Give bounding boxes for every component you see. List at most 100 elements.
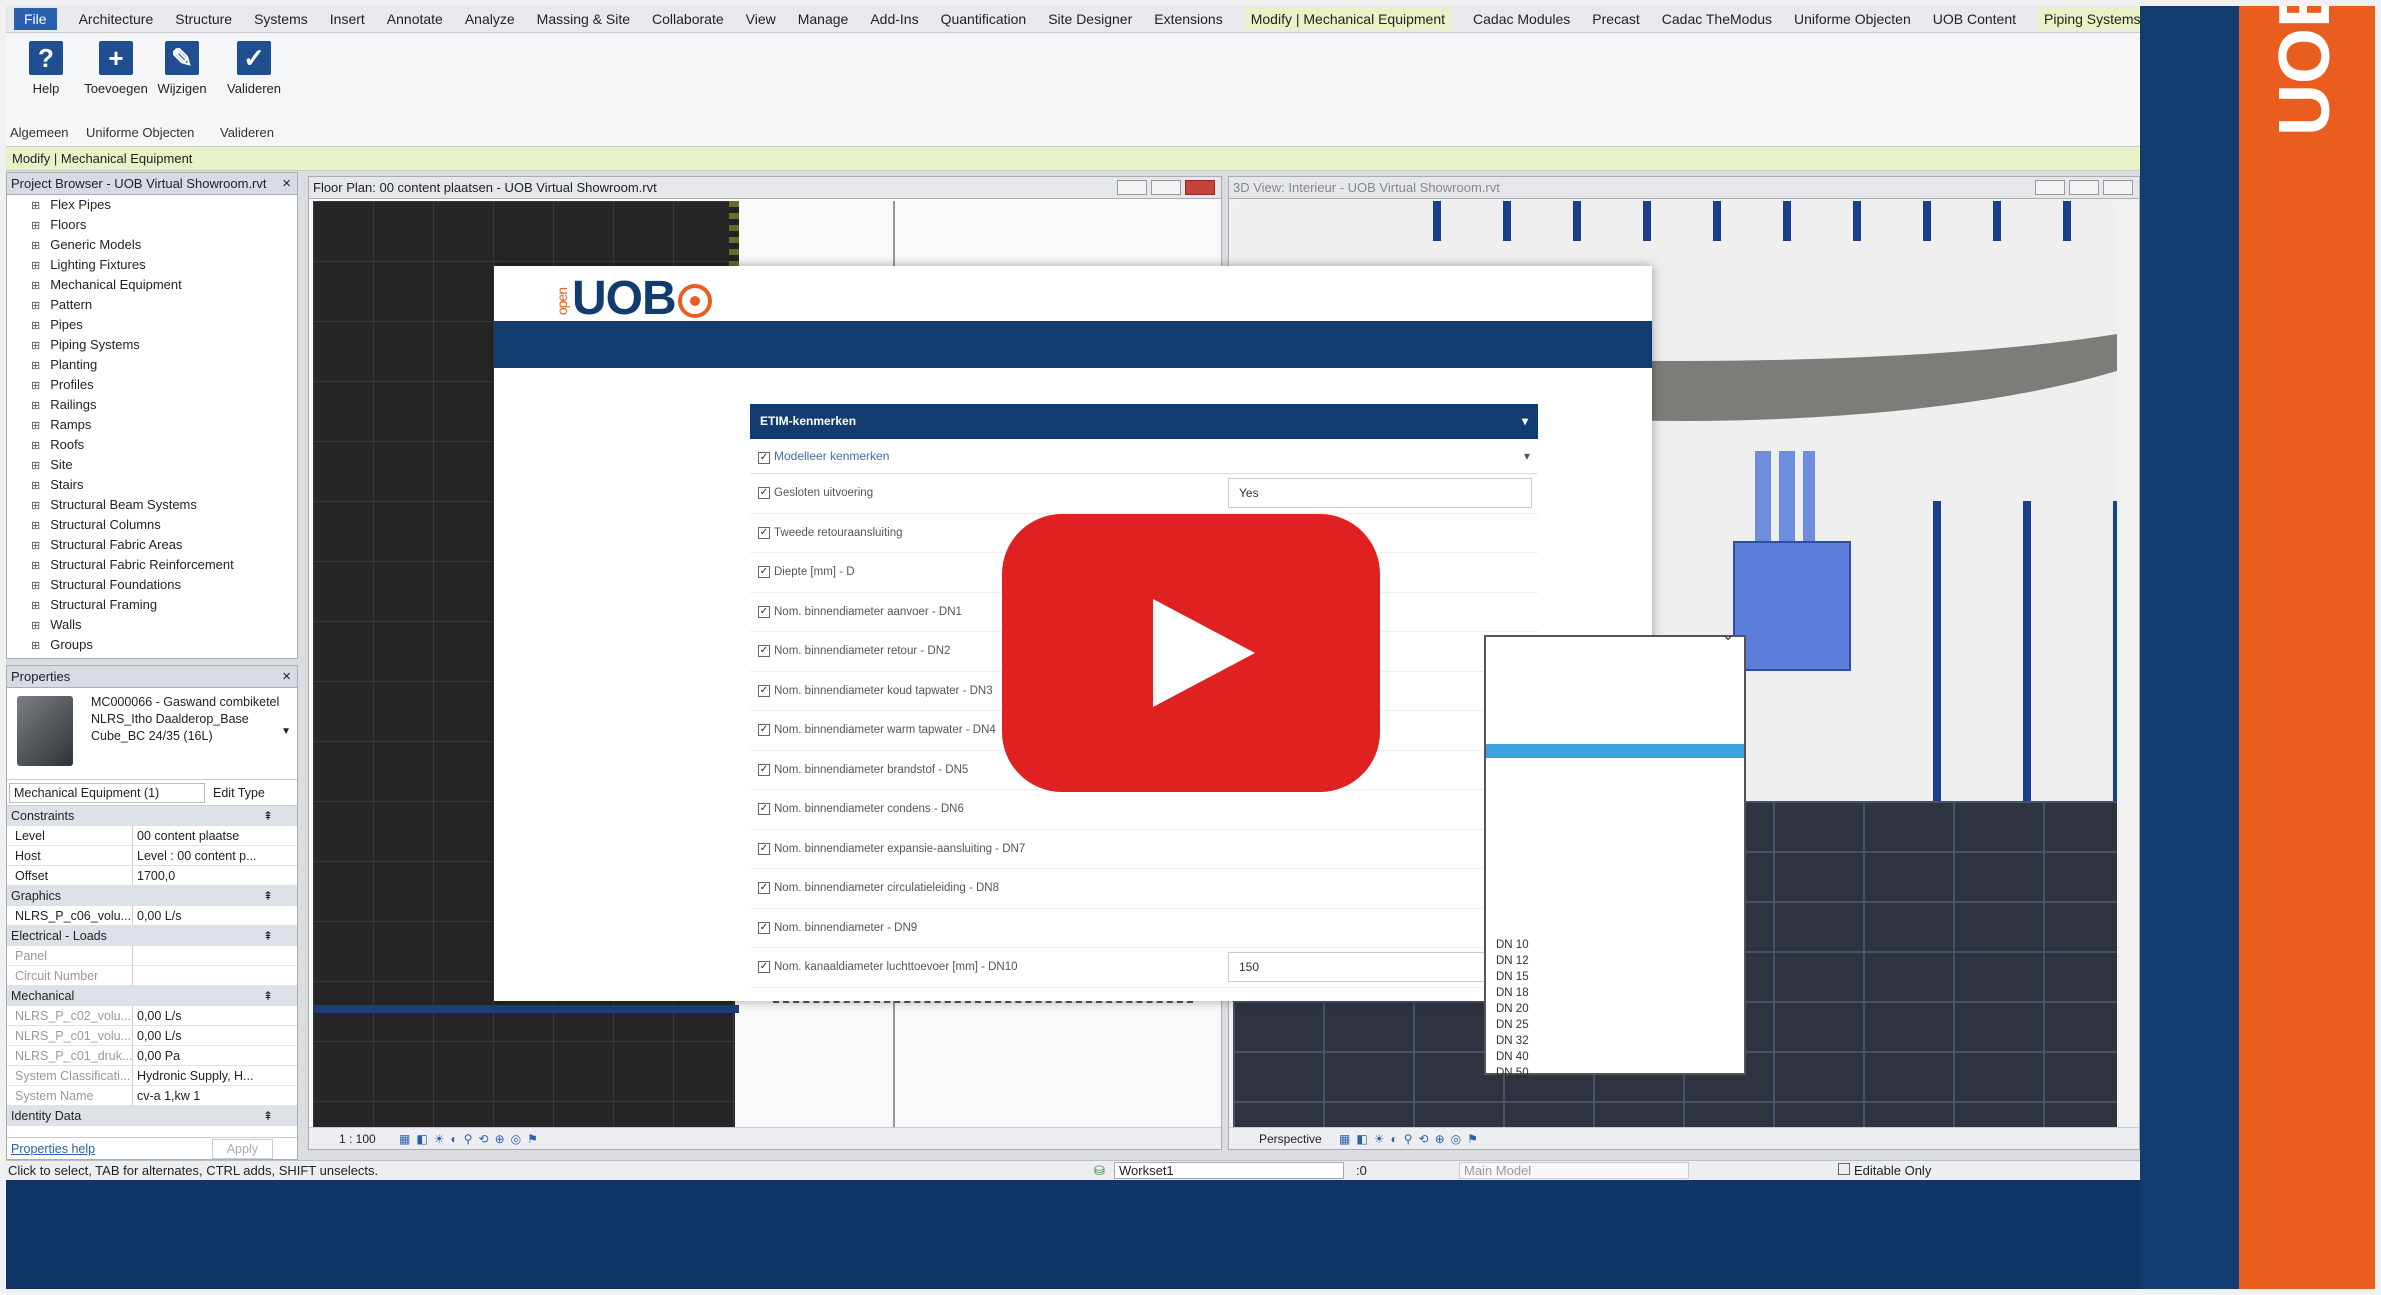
properties-help-link[interactable]: Properties help: [11, 1142, 95, 1156]
tab-systems[interactable]: Systems: [254, 11, 308, 27]
help-button[interactable]: ? Help: [14, 41, 78, 96]
checkbox-icon[interactable]: ✓: [758, 921, 770, 934]
browser-item[interactable]: Planting: [31, 355, 297, 375]
property-value[interactable]: 0,00 L/s: [133, 1006, 297, 1025]
checkbox-icon[interactable]: ✓: [758, 724, 770, 737]
browser-item[interactable]: Flex Pipes: [31, 195, 297, 215]
dropdown-option[interactable]: DN 18: [1496, 985, 1529, 1001]
checkbox-icon[interactable]: ✓: [758, 763, 770, 776]
type-selector[interactable]: MC000066 - Gaswand combiketel NLRS_Itho …: [7, 688, 297, 780]
browser-item[interactable]: Site: [31, 455, 297, 475]
property-value[interactable]: Hydronic Supply, H...: [133, 1066, 297, 1085]
property-section[interactable]: Graphics: [7, 886, 297, 906]
modelleer-section[interactable]: ✓ Modelleer kenmerken: [750, 439, 1538, 474]
checkbox-icon[interactable]: ✓: [758, 645, 770, 658]
edit-type-button[interactable]: Edit Type: [213, 783, 265, 803]
property-row[interactable]: Host Level : 00 content p...: [7, 846, 297, 866]
tab-modify-mechanical-equipment[interactable]: Modify | Mechanical Equipment: [1244, 8, 1452, 30]
browser-item[interactable]: Railings: [31, 395, 297, 415]
tab-manage[interactable]: Manage: [798, 11, 849, 27]
property-value[interactable]: cv-a 1,kw 1: [133, 1086, 297, 1105]
etim-value-field[interactable]: Yes: [1228, 478, 1532, 509]
dropdown-option[interactable]: DN 10: [1496, 937, 1529, 953]
property-row[interactable]: NLRS_P_c02_volu... 0,00 L/s: [7, 1006, 297, 1026]
browser-item[interactable]: Lighting Fixtures: [31, 255, 297, 275]
browser-item[interactable]: Generic Models: [31, 235, 297, 255]
workset-select[interactable]: Workset1: [1114, 1162, 1344, 1179]
property-section[interactable]: Electrical - Loads: [7, 926, 297, 946]
browser-item[interactable]: Structural Foundations: [31, 575, 297, 595]
browser-item[interactable]: Piping Systems: [31, 335, 297, 355]
property-row[interactable]: NLRS_P_c01_druk... 0,00 Pa: [7, 1046, 297, 1066]
close-button[interactable]: [2103, 180, 2133, 195]
tab-add-ins[interactable]: Add-Ins: [870, 11, 918, 27]
close-icon[interactable]: ×: [282, 666, 291, 688]
editable-only-toggle[interactable]: Editable Only: [1838, 1161, 1931, 1180]
checkbox-icon[interactable]: ✓: [758, 842, 770, 855]
tab-piping-systems[interactable]: Piping Systems: [2038, 8, 2140, 30]
view-tools-icon[interactable]: ▦◧☀◐⚲⟲⊕◎⚑: [399, 1132, 544, 1146]
browser-item[interactable]: Structural Framing: [31, 595, 297, 615]
boiler-model[interactable]: [1733, 541, 1851, 671]
tab-uob-content[interactable]: UOB Content: [1933, 11, 2016, 27]
model-select[interactable]: Main Model: [1459, 1162, 1689, 1179]
property-value[interactable]: [133, 946, 297, 965]
property-value[interactable]: 0,00 Pa: [133, 1046, 297, 1065]
close-icon[interactable]: ×: [282, 173, 291, 195]
dropdown-option[interactable]: DN 12: [1496, 953, 1529, 969]
valideren-button[interactable]: ✓ Valideren: [222, 41, 286, 96]
property-value[interactable]: 0,00 L/s: [133, 1026, 297, 1045]
wijzigen-button[interactable]: ✎ Wijzigen: [150, 41, 214, 96]
apply-button[interactable]: Apply: [211, 1139, 273, 1159]
scale-label[interactable]: 1 : 100: [339, 1132, 376, 1146]
minimize-button[interactable]: [1117, 180, 1147, 195]
youtube-play-button[interactable]: [1002, 514, 1380, 792]
property-value[interactable]: 0,00 L/s: [133, 906, 297, 925]
browser-item[interactable]: Groups: [31, 635, 297, 655]
checkbox-icon[interactable]: ✓: [758, 452, 770, 464]
property-row[interactable]: Circuit Number: [7, 966, 297, 986]
browser-item[interactable]: Walls: [31, 615, 297, 635]
checkbox-icon[interactable]: ✓: [758, 882, 770, 895]
checkbox-icon[interactable]: ✓: [758, 803, 770, 816]
tab-massing-site[interactable]: Massing & Site: [537, 11, 630, 27]
tab-view[interactable]: View: [746, 11, 776, 27]
browser-item[interactable]: Ramps: [31, 415, 297, 435]
dropdown-selected[interactable]: [1486, 744, 1744, 758]
toevoegen-button[interactable]: + Toevoegen: [84, 41, 148, 96]
tab-cadac-themodus[interactable]: Cadac TheModus: [1662, 11, 1772, 27]
view-tools-icon[interactable]: ▦◧☀◐⚲⟲⊕◎⚑: [1339, 1132, 1484, 1146]
dropdown-option[interactable]: DN 32: [1496, 1033, 1529, 1049]
property-row[interactable]: NLRS_P_c06_volu... 0,00 L/s: [7, 906, 297, 926]
minimize-button[interactable]: [2035, 180, 2065, 195]
browser-item[interactable]: Roofs: [31, 435, 297, 455]
tab-quantification[interactable]: Quantification: [941, 11, 1027, 27]
property-row[interactable]: System Name cv-a 1,kw 1: [7, 1086, 297, 1106]
checkbox-icon[interactable]: ✓: [758, 605, 770, 618]
tab-uniforme-objecten[interactable]: Uniforme Objecten: [1794, 11, 1911, 27]
maximize-button[interactable]: [2069, 180, 2099, 195]
browser-item[interactable]: Structural Fabric Areas: [31, 535, 297, 555]
tab-analyze[interactable]: Analyze: [465, 11, 515, 27]
maximize-button[interactable]: [1151, 180, 1181, 195]
checkbox-icon[interactable]: ✓: [758, 566, 770, 579]
perspective-label[interactable]: Perspective: [1259, 1132, 1322, 1146]
browser-item[interactable]: Structural Fabric Reinforcement: [31, 555, 297, 575]
dropdown-option[interactable]: DN 25: [1496, 1017, 1529, 1033]
property-section[interactable]: Mechanical: [7, 986, 297, 1006]
close-button[interactable]: [1185, 180, 1215, 195]
browser-item[interactable]: Stairs: [31, 475, 297, 495]
property-value[interactable]: 00 content plaatse: [133, 826, 297, 845]
dn-dropdown-list[interactable]: ⌄ DN 10 DN 12 DN 15 DN 18 DN 20 DN 25 DN 32 DN …: [1484, 627, 1746, 1079]
browser-item[interactable]: Mechanical Equipment: [31, 275, 297, 295]
property-section[interactable]: Identity Data: [7, 1106, 297, 1126]
tab-cadac-modules[interactable]: Cadac Modules: [1473, 11, 1570, 27]
dropdown-option[interactable]: DN 15: [1496, 969, 1529, 985]
tab-annotate[interactable]: Annotate: [387, 11, 443, 27]
tab-structure[interactable]: Structure: [175, 11, 232, 27]
tab-precast[interactable]: Precast: [1592, 11, 1639, 27]
browser-item[interactable]: Structural Columns: [31, 515, 297, 535]
dropdown-option[interactable]: DN 20: [1496, 1001, 1529, 1017]
tab-site-designer[interactable]: Site Designer: [1048, 11, 1132, 27]
browser-item[interactable]: Pipes: [31, 315, 297, 335]
